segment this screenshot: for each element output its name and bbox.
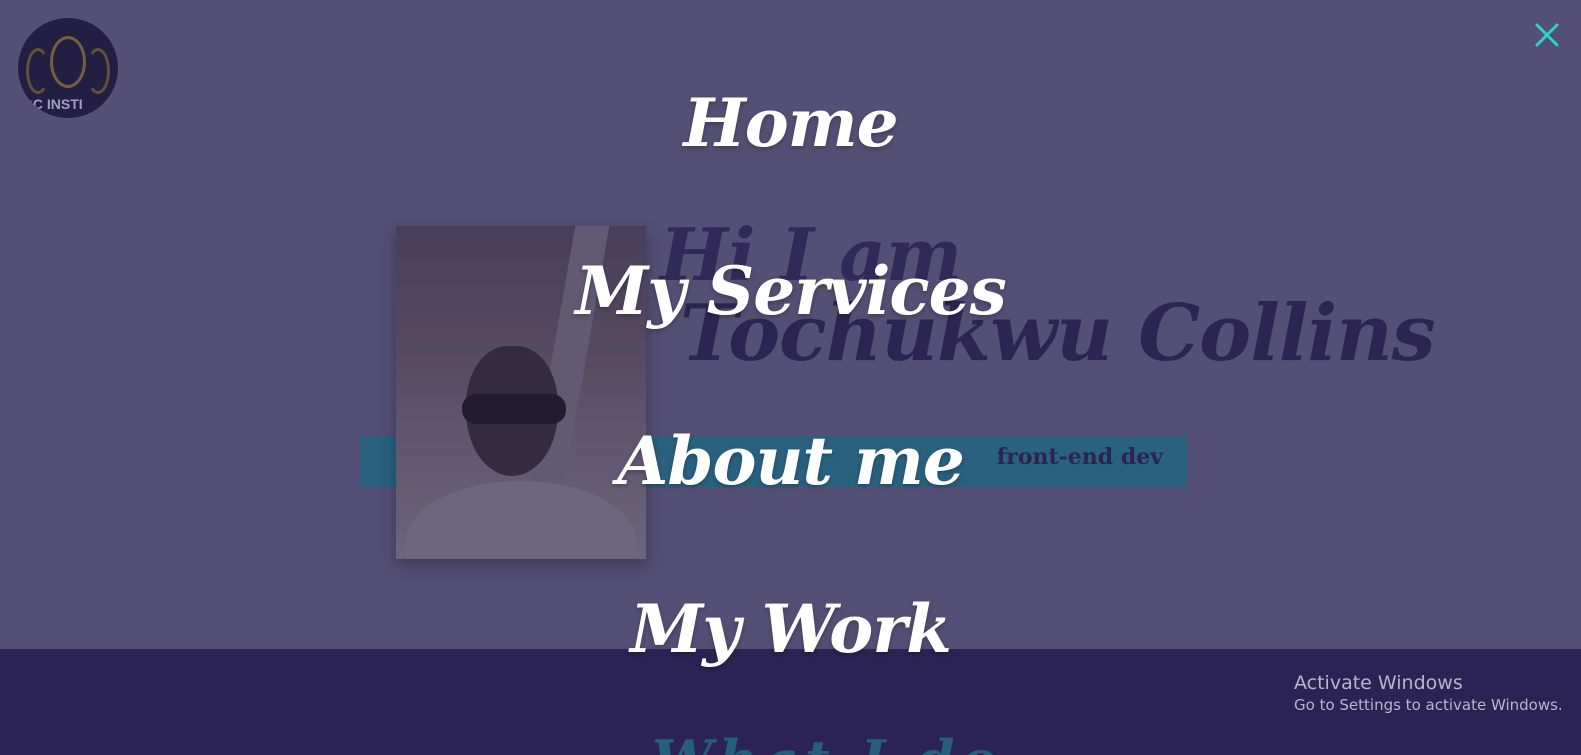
windows-activation-notice: Activate Windows Go to Settings to activ… [1294, 672, 1563, 714]
page: OC INSTI front-end dev Hi I am Tochukwu … [0, 0, 1581, 755]
close-icon[interactable] [1532, 20, 1562, 50]
activation-subtitle: Go to Settings to activate Windows. [1294, 696, 1563, 714]
menu-item-my-work[interactable]: My Work [0, 590, 1581, 668]
menu-item-my-services[interactable]: My Services [0, 252, 1581, 330]
menu-item-home[interactable]: Home [0, 84, 1581, 162]
menu-item-about-me[interactable]: About me [0, 422, 1581, 500]
close-icon-svg [1535, 23, 1559, 47]
activation-title: Activate Windows [1294, 672, 1463, 694]
